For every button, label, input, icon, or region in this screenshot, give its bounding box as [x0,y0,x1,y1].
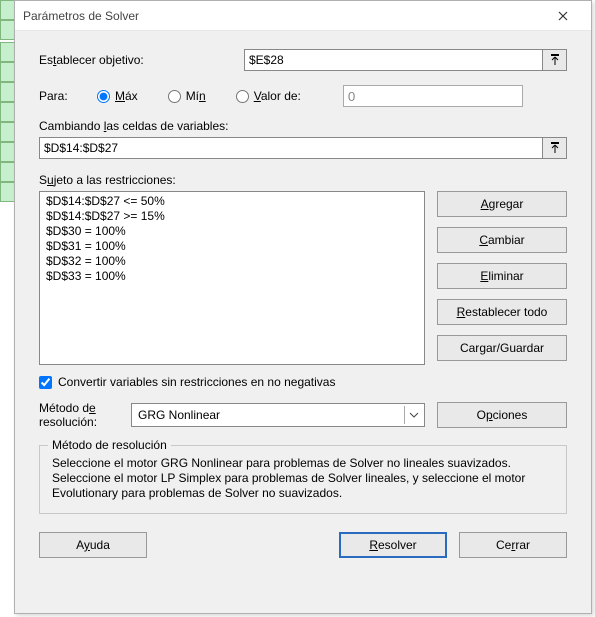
valor-input[interactable] [343,85,523,107]
help-button[interactable]: Ayuda [39,532,147,558]
close-icon[interactable] [543,2,583,30]
constraint-item[interactable]: $D$14:$D$27 <= 50% [46,194,418,209]
window-title: Parámetros de Solver [23,9,543,23]
add-button[interactable]: Agregar [437,191,567,217]
load-save-button[interactable]: Cargar/Guardar [437,335,567,361]
nonnegative-checkbox[interactable]: Convertir variables sin restricciones en… [39,375,567,389]
range-picker-icon[interactable] [543,49,567,71]
solving-method-select[interactable]: GRG Nonlinear [131,403,425,427]
para-label: Para: [39,89,97,103]
objective-input[interactable] [244,49,543,71]
objective-label: Establecer objetivo: [39,53,244,67]
method-description-group: Método de resolución Seleccione el motor… [39,445,567,514]
solve-button[interactable]: Resolver [339,532,447,558]
constraint-item[interactable]: $D$14:$D$27 >= 15% [46,209,418,224]
constraints-label: Sujeto a las restricciones: [39,173,567,187]
method-label: Método deresolución: [39,401,119,429]
delete-button[interactable]: Eliminar [437,263,567,289]
constraint-item[interactable]: $D$32 = 100% [46,254,418,269]
constraints-listbox[interactable]: $D$14:$D$27 <= 50%$D$14:$D$27 >= 15%$D$3… [39,191,425,365]
radio-min[interactable]: Mín [168,89,206,103]
changing-cells-input[interactable] [39,137,543,159]
radio-max[interactable]: Máx [97,89,138,103]
radio-valor[interactable]: Valor de: [236,89,301,103]
titlebar: Parámetros de Solver [15,1,591,31]
solver-dialog: Parámetros de Solver Establecer objetivo… [14,0,592,614]
constraint-item[interactable]: $D$33 = 100% [46,269,418,284]
changing-label: Cambiando las celdas de variables: [39,119,567,133]
range-picker-icon[interactable] [543,137,567,159]
close-button[interactable]: Cerrar [459,532,567,558]
chevron-down-icon [404,406,422,424]
change-button[interactable]: Cambiar [437,227,567,253]
options-button[interactable]: Opciones [437,402,567,428]
constraint-item[interactable]: $D$30 = 100% [46,224,418,239]
constraint-item[interactable]: $D$31 = 100% [46,239,418,254]
reset-all-button[interactable]: Restablecer todo [437,299,567,325]
